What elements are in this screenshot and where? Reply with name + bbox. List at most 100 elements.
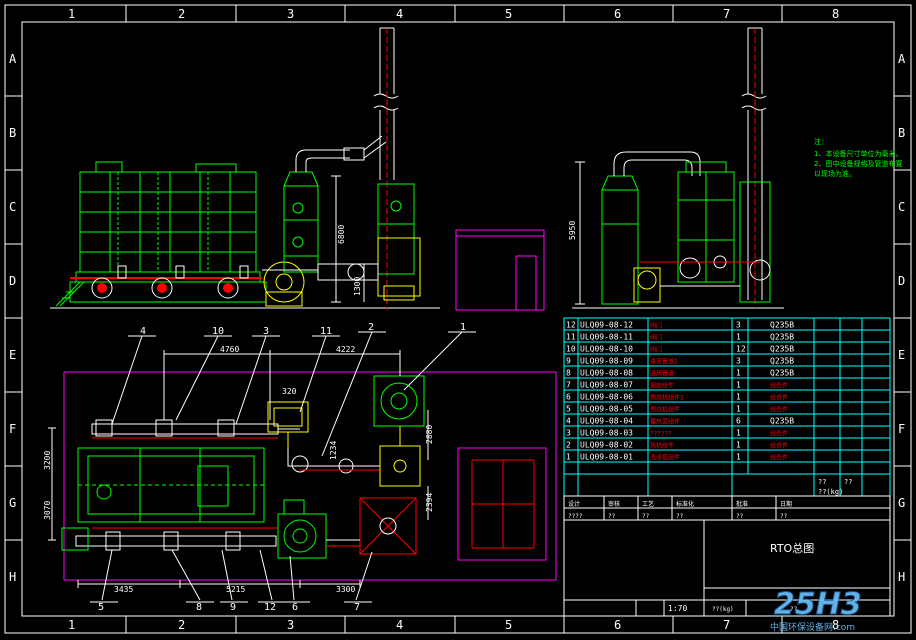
svg-text:批准: 批准 <box>736 500 748 508</box>
svg-text:25H3: 25H3 <box>774 587 862 622</box>
dim-1234: 1234 <box>329 441 338 460</box>
balloon-4: 4 <box>140 326 146 337</box>
bom-cell-name: 燃烧机组件2 <box>650 394 684 402</box>
bom-cell-mat: 组合件 <box>770 382 788 390</box>
bom-cell-name: 风机组件 <box>650 442 674 450</box>
bom-cell-no: 4 <box>566 417 571 426</box>
bom-cell-mat: Q235B <box>770 321 794 330</box>
svg-text:7: 7 <box>723 7 730 21</box>
svg-text:H: H <box>898 570 905 584</box>
svg-text:4: 4 <box>396 618 403 632</box>
bom-cell-no: 3 <box>566 429 571 438</box>
svg-text:D: D <box>9 274 16 288</box>
bom-cell-code: ULQ09-08-09 <box>580 357 633 366</box>
scale: 1:70 <box>668 604 687 613</box>
balloon-7: 7 <box>354 602 360 613</box>
dim-6800: 6800 <box>337 225 346 244</box>
dim-3435: 3435 <box>114 585 133 594</box>
bom-cell-mat: Q235B <box>770 357 794 366</box>
dim-1300: 1300 <box>353 277 362 296</box>
balloon-10: 10 <box>212 326 224 337</box>
bom-cell-code: ULQ09-08-06 <box>580 393 633 402</box>
bom-cell-no: 5 <box>566 405 571 414</box>
bom-cell-mat: Q235B <box>770 417 794 426</box>
svg-text:??: ?? <box>844 478 852 486</box>
svg-text:C: C <box>9 200 16 214</box>
bom-cell-code: ULQ09-08-03 <box>580 429 633 438</box>
bom-cell-name: ?????? <box>650 431 672 438</box>
bom-cell-mat: 组合件 <box>770 454 788 462</box>
bom-cell-code: ULQ09-08-04 <box>580 417 633 426</box>
svg-text:??: ?? <box>642 513 650 520</box>
bom-cell-name: 蓄热室组件 <box>650 418 680 426</box>
svg-text:E: E <box>898 348 905 362</box>
bom-cell-name: 进风管道2 <box>650 358 678 366</box>
bom-cell-qty: 6 <box>736 417 741 426</box>
bom-cell-code: ULQ09-08-12 <box>580 321 633 330</box>
svg-text:中国环保设备网.com: 中国环保设备网.com <box>770 621 855 633</box>
dim-3300: 3300 <box>336 585 355 594</box>
svg-text:??: ?? <box>818 478 826 486</box>
bom-cell-no: 7 <box>566 381 571 390</box>
svg-text:H: H <box>9 570 16 584</box>
svg-text:2: 2 <box>178 7 185 21</box>
bom-cell-no: 11 <box>566 333 576 342</box>
bom-cell-qty: 3 <box>736 357 741 366</box>
svg-text:B: B <box>898 126 905 140</box>
bom-cell-no: 1 <box>566 453 571 462</box>
bom-cell-qty: 3 <box>736 321 741 330</box>
svg-text:F: F <box>9 422 16 436</box>
svg-text:标准化: 标准化 <box>676 500 694 508</box>
svg-text:F: F <box>898 422 905 436</box>
svg-text:A: A <box>9 52 17 66</box>
cad-drawing: 6800 1300 5950 4760 4222 3200 3070 3435 … <box>0 0 916 640</box>
svg-text:??(kg): ??(kg) <box>818 488 843 496</box>
bom-cell-mat: Q235B <box>770 333 794 342</box>
bom-cell-code: ULQ09-08-10 <box>580 345 633 354</box>
svg-text:8: 8 <box>832 7 839 21</box>
bom-cell-qty: 1 <box>736 369 741 378</box>
bom-cell-code: ULQ09-08-02 <box>580 441 633 450</box>
watermark-logo: 25H3 中国环保设备网.com <box>770 587 862 634</box>
dim-320: 320 <box>282 387 297 396</box>
bom-cell-code: ULQ09-08-05 <box>580 405 633 414</box>
balloon-5: 5 <box>98 602 104 613</box>
bom-cell-no: 6 <box>566 393 571 402</box>
dim-5950: 5950 <box>568 221 577 240</box>
dim-4760: 4760 <box>220 345 239 354</box>
svg-text:工艺: 工艺 <box>642 500 654 508</box>
svg-text:5: 5 <box>505 618 512 632</box>
bom-cell-no: 8 <box>566 369 571 378</box>
balloon-3: 3 <box>263 326 269 337</box>
bom-cell-no: 12 <box>566 321 576 330</box>
svg-text:E: E <box>9 348 16 362</box>
notes-title: 注： <box>814 137 828 146</box>
dim-5215: 5215 <box>226 585 245 594</box>
bom-cell-mat: Q235B <box>770 369 794 378</box>
bom-cell-qty: 1 <box>736 333 741 342</box>
bom-cell-no: 10 <box>566 345 576 354</box>
dim-2880: 2880 <box>425 425 434 444</box>
bom-cell-code: ULQ09-08-01 <box>580 453 633 462</box>
svg-text:B: B <box>9 126 16 140</box>
svg-text:3: 3 <box>287 7 294 21</box>
svg-text:G: G <box>9 496 16 510</box>
bom-cell-qty: 1 <box>736 441 741 450</box>
svg-text:1: 1 <box>68 618 75 632</box>
bom-cell-name: 进风管道 <box>650 370 674 378</box>
bom-cell-name: 燃烧机组件 <box>650 406 680 414</box>
balloon-12: 12 <box>264 602 276 613</box>
bom-cell-qty: 12 <box>736 345 746 354</box>
svg-text:6: 6 <box>614 618 621 632</box>
bom-cell-code: ULQ09-08-08 <box>580 369 633 378</box>
svg-text:审核: 审核 <box>608 500 620 508</box>
bom-cell-name: 阀门 <box>650 346 662 354</box>
bom-cell-code: ULQ09-08-07 <box>580 381 633 390</box>
svg-text:??: ?? <box>608 513 616 520</box>
svg-text:??: ?? <box>676 513 684 520</box>
notes-line3: 以现场为准。 <box>814 169 856 178</box>
svg-text:日期: 日期 <box>780 500 792 508</box>
svg-text:2: 2 <box>178 618 185 632</box>
bom-cell-qty: 1 <box>736 405 741 414</box>
svg-text:6: 6 <box>614 7 621 21</box>
